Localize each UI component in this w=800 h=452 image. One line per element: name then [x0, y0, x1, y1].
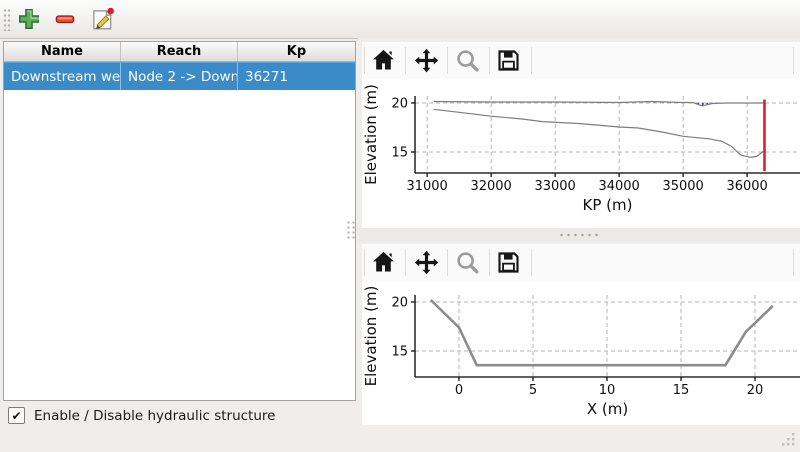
app-toolbar — [0, 0, 800, 39]
svg-text:31000: 31000 — [406, 179, 447, 194]
section-chart-canvas[interactable]: 0 5 10 15 20 15 20 X (m) Elevation (m) — [362, 281, 800, 425]
save-icon — [495, 249, 522, 276]
enable-structure-checkbox[interactable]: ✔ — [8, 407, 25, 424]
svg-text:15: 15 — [391, 345, 408, 360]
cell-kp: 36271 — [238, 63, 355, 90]
longitudinal-profile-chart[interactable]: 31000 32000 33000 34000 35000 36000 15 20 KP (m)… — [362, 79, 800, 228]
cell-name: Downstream weir — [4, 63, 121, 90]
save-button[interactable] — [495, 249, 522, 276]
svg-text:20: 20 — [391, 296, 408, 311]
remove-structure-button[interactable] — [52, 6, 78, 32]
cross-section-chart[interactable]: 0 5 10 15 20 15 20 X (m) Elevation (m) — [362, 281, 800, 425]
column-header-name[interactable]: Name — [4, 42, 121, 61]
svg-text:5: 5 — [529, 383, 537, 398]
svg-text:10: 10 — [599, 383, 616, 398]
profile-chart-canvas[interactable]: 31000 32000 33000 34000 35000 36000 15 20 KP (m)… — [362, 79, 800, 228]
enable-structure-label: Enable / Disable hydraulic structure — [34, 408, 275, 424]
minus-icon — [52, 6, 78, 32]
toolbar-drag-handle[interactable] — [3, 8, 12, 31]
horizontal-splitter[interactable] — [358, 228, 800, 242]
profile-chart-toolbar — [362, 42, 800, 79]
svg-text:KP (m): KP (m) — [583, 196, 633, 214]
charts-panel: 31000 32000 33000 34000 35000 36000 15 20 KP (m)… — [358, 38, 800, 450]
home-button[interactable] — [370, 47, 397, 74]
save-button[interactable] — [495, 47, 522, 74]
svg-text:35000: 35000 — [662, 179, 703, 194]
svg-text:0: 0 — [455, 383, 463, 398]
table-row[interactable]: Downstream weir Node 2 -> Down… 36271 — [4, 62, 355, 90]
zoom-button[interactable] — [454, 47, 481, 74]
svg-text:20: 20 — [391, 97, 408, 112]
svg-text:32000: 32000 — [470, 179, 511, 194]
zoom-button[interactable] — [454, 249, 481, 276]
edit-icon — [89, 6, 115, 32]
home-button[interactable] — [370, 249, 397, 276]
svg-text:15: 15 — [391, 146, 408, 161]
home-icon — [370, 249, 397, 276]
pan-button[interactable] — [413, 249, 440, 276]
window-resize-grip[interactable] — [780, 431, 797, 448]
svg-text:33000: 33000 — [534, 179, 575, 194]
plus-icon — [16, 6, 42, 32]
column-header-kp[interactable]: Kp — [238, 42, 355, 61]
pan-button[interactable] — [413, 47, 440, 74]
save-icon — [495, 47, 522, 74]
pan-icon — [413, 47, 440, 74]
zoom-icon — [454, 249, 481, 276]
structures-table: Name Reach Kp Downstream weir Node 2 -> … — [3, 41, 356, 401]
zoom-icon — [454, 47, 481, 74]
section-chart-toolbar — [362, 244, 800, 281]
edit-structure-button[interactable] — [89, 6, 115, 32]
pan-icon — [413, 249, 440, 276]
hydraulic-structures-window: { "app_toolbar": { "buttons": [ {"id": "… — [0, 0, 800, 450]
vertical-splitter-handle[interactable] — [346, 220, 356, 240]
table-header: Name Reach Kp — [4, 42, 355, 62]
column-header-reach[interactable]: Reach — [121, 42, 238, 61]
svg-text:34000: 34000 — [598, 179, 639, 194]
svg-text:20: 20 — [747, 383, 764, 398]
svg-text:Elevation (m): Elevation (m) — [362, 84, 380, 185]
add-structure-button[interactable] — [16, 6, 42, 32]
svg-text:X (m): X (m) — [587, 400, 628, 418]
cell-reach: Node 2 -> Down… — [121, 63, 238, 90]
svg-text:Elevation (m): Elevation (m) — [362, 286, 380, 387]
svg-text:36000: 36000 — [726, 179, 767, 194]
svg-text:15: 15 — [673, 383, 690, 398]
home-icon — [370, 47, 397, 74]
splitter-handle-icon — [558, 233, 598, 237]
checkmark-icon: ✔ — [11, 410, 21, 422]
enable-structure-row: ✔ Enable / Disable hydraulic structure — [8, 407, 275, 424]
